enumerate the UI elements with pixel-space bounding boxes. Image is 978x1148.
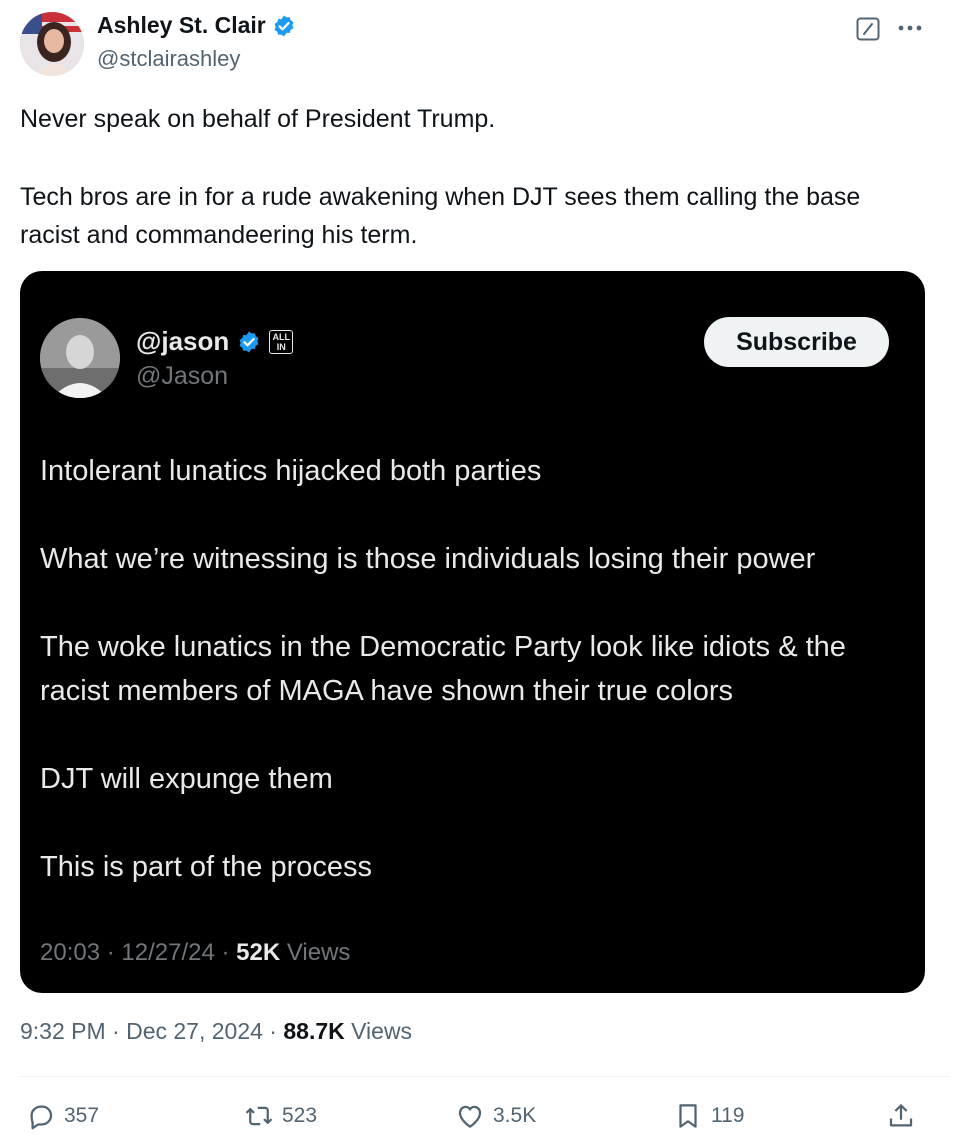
author-handle[interactable]: @stclairashley	[97, 46, 240, 72]
repost-button[interactable]: 523	[244, 1092, 317, 1140]
all-in-badge-text: ALL IN	[272, 331, 291, 352]
post-views-count: 88.7K	[283, 1018, 345, 1044]
quoted-paragraph-5: This is part of the process	[40, 851, 373, 883]
action-bar: 357 523 3.5K 119	[0, 1092, 978, 1140]
heart-icon	[458, 1105, 482, 1128]
all-in-badge-icon: ALL IN	[269, 329, 294, 354]
post-meta: 9:32 PM · Dec 27, 2024 · 88.7K Views	[20, 1018, 412, 1045]
quoted-paragraph-1: Intolerant lunatics hijacked both partie…	[40, 455, 542, 487]
reply-button[interactable]: 357	[26, 1092, 99, 1140]
quoted-paragraph-3: The woke lunatics in the Democratic Part…	[40, 631, 846, 707]
verified-badge-icon	[239, 331, 259, 352]
repost-icon	[245, 1106, 273, 1126]
tweet-text: Never speak on behalf of President Trump…	[20, 100, 920, 255]
quoted-views-label: Views	[286, 939, 351, 966]
share-icon	[889, 1104, 913, 1127]
quoted-paragraph-2: What we’re witnessing is those individua…	[40, 543, 816, 575]
author-avatar[interactable]	[20, 12, 84, 76]
author-name-row: Ashley St. Clair	[97, 12, 296, 39]
bookmark-icon	[679, 1104, 697, 1128]
quoted-time: 20:03 · 12/27/24 ·	[40, 939, 237, 966]
post-views-label: Views	[351, 1018, 413, 1044]
quoted-name-row: @jason ALL IN	[136, 326, 294, 357]
attached-image[interactable]: @jason ALL IN @Jason Subscribe Intoleran…	[20, 271, 925, 993]
repost-count: 523	[282, 1104, 318, 1127]
quoted-meta: 20:03 · 12/27/24 · 52K Views	[40, 939, 350, 967]
share-button[interactable]	[886, 1092, 916, 1140]
tweet-line-1: Never speak on behalf of President Trump…	[20, 105, 496, 133]
post-time[interactable]: 9:32 PM · Dec 27, 2024 ·	[20, 1018, 283, 1044]
like-button[interactable]: 3.5K	[455, 1092, 536, 1140]
quoted-text: Intolerant lunatics hijacked both partie…	[40, 449, 910, 889]
bookmark-button[interactable]: 119	[673, 1092, 744, 1140]
author-display-name[interactable]: Ashley St. Clair	[97, 12, 266, 39]
like-count: 3.5K	[493, 1104, 537, 1127]
reply-icon	[30, 1105, 53, 1130]
quoted-paragraph-4: DJT will expunge them	[40, 763, 333, 795]
quoted-handle: @Jason	[136, 362, 229, 390]
divider	[20, 1076, 950, 1077]
verified-badge-icon	[274, 15, 294, 36]
quoted-views-count: 52K	[236, 939, 281, 966]
bookmark-count: 119	[711, 1104, 745, 1127]
reply-count: 357	[64, 1104, 100, 1127]
subscribe-button: Subscribe	[704, 317, 889, 367]
tweet-line-2: Tech bros are in for a rude awakening wh…	[20, 182, 861, 250]
quoted-name: @jason	[136, 326, 230, 356]
grok-icon[interactable]	[856, 17, 880, 41]
quoted-avatar	[40, 318, 120, 398]
more-options-icon[interactable]	[896, 18, 924, 38]
